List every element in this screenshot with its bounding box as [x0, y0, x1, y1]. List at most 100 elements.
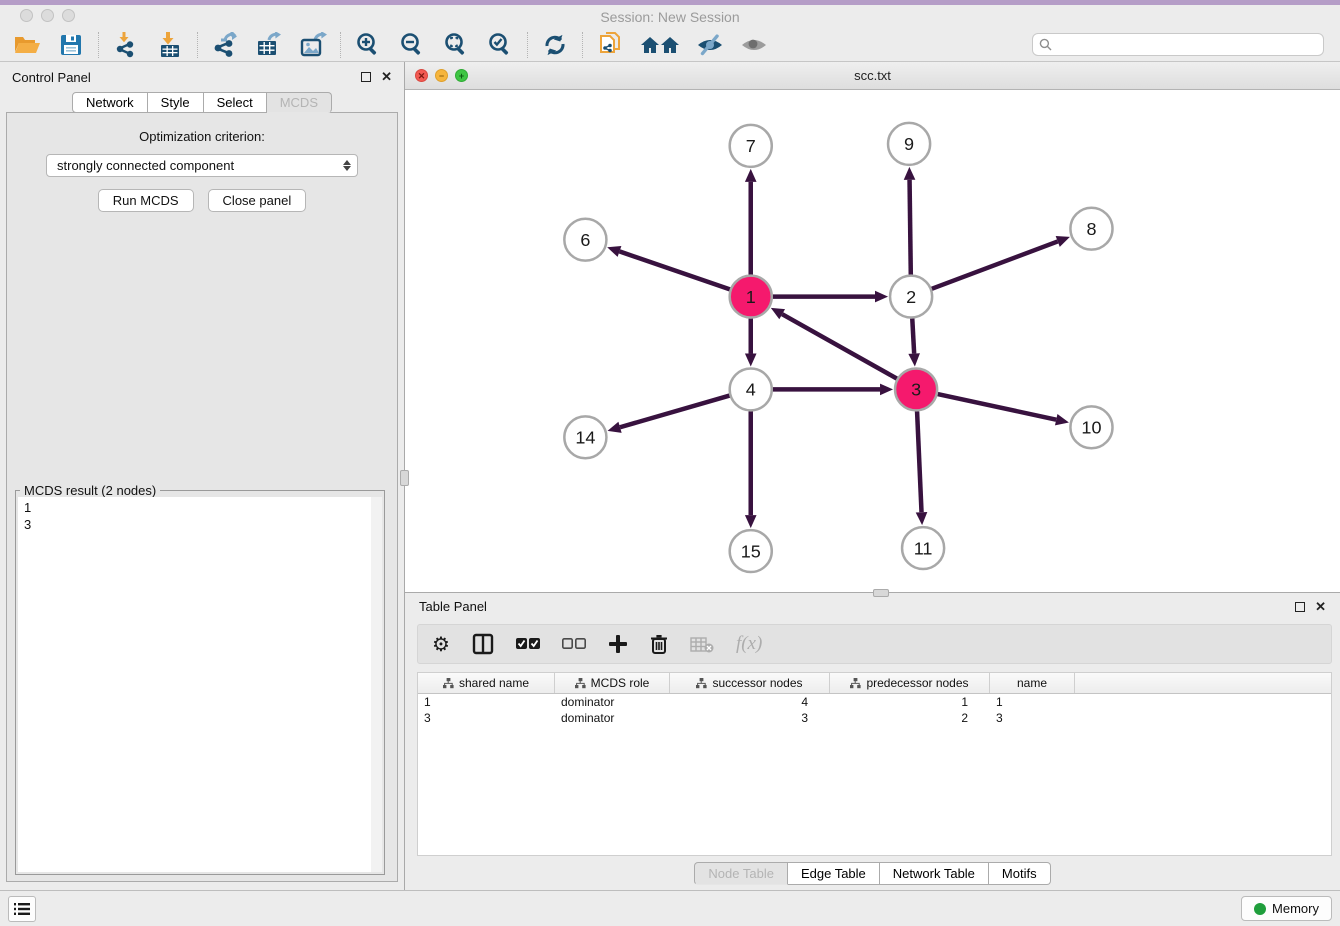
delete-row-icon[interactable]	[650, 634, 668, 655]
show-column-icon[interactable]	[472, 633, 494, 655]
graph-edge-2-9[interactable]	[910, 180, 911, 275]
cell-shared-name[interactable]: 1	[418, 695, 555, 709]
close-panel-button[interactable]: Close panel	[208, 189, 307, 212]
tab-motifs[interactable]: Motifs	[989, 862, 1051, 885]
vertical-splitter-handle[interactable]	[400, 470, 409, 486]
open-session-icon[interactable]	[12, 31, 42, 59]
graph-node-label: 6	[580, 230, 590, 250]
tab-node-table[interactable]: Node Table	[694, 862, 788, 885]
cell-mcds-role[interactable]: dominator	[555, 711, 670, 725]
graph-node-label: 10	[1081, 418, 1101, 438]
zoom-selected-icon[interactable]	[485, 31, 515, 59]
memory-label: Memory	[1272, 901, 1319, 916]
node-table-header: shared name MCDS role successor nodes	[418, 673, 1331, 694]
close-panel-icon[interactable]: ✕	[381, 72, 392, 82]
column-type-icon	[696, 678, 707, 689]
graph-edge-3-10[interactable]	[938, 394, 1057, 420]
graph-node-label: 9	[904, 134, 914, 154]
first-neighbors-icon[interactable]	[639, 31, 681, 59]
add-row-icon[interactable]	[608, 634, 628, 654]
zoom-in-icon[interactable]	[353, 31, 383, 59]
select-all-rows-icon[interactable]	[516, 637, 540, 651]
network-canvas[interactable]: 7968124314101511	[405, 90, 1340, 592]
hide-selected-icon[interactable]	[695, 31, 725, 59]
float-panel-icon[interactable]	[361, 72, 371, 82]
column-settings-icon[interactable]: ⚙	[432, 632, 450, 657]
table-row[interactable]: 3 dominator 3 2 3	[418, 710, 1331, 726]
tab-mcds[interactable]: MCDS	[267, 92, 332, 113]
refresh-styles-icon[interactable]	[540, 31, 570, 59]
graph-edge-4-14[interactable]	[620, 396, 730, 428]
network-close-button[interactable]: ✕	[415, 69, 428, 82]
network-graph[interactable]: 7968124314101511	[405, 90, 1340, 592]
network-zoom-button[interactable]: +	[455, 69, 468, 82]
graph-edge-2-8[interactable]	[932, 241, 1058, 288]
cell-mcds-role[interactable]: dominator	[555, 695, 670, 709]
table-row[interactable]: 1 dominator 4 1 1	[418, 694, 1331, 710]
cell-shared-name[interactable]: 3	[418, 711, 555, 725]
close-window-button[interactable]	[20, 9, 33, 22]
search-input[interactable]	[1056, 38, 1317, 52]
minimize-window-button[interactable]	[41, 9, 54, 22]
control-panel-header: Control Panel ✕	[0, 62, 404, 92]
mcds-panel: Optimization criterion: strongly connect…	[6, 112, 398, 882]
function-builder-icon: f(x)	[736, 633, 762, 655]
column-header-successor-nodes[interactable]: successor nodes	[670, 673, 830, 693]
task-history-button[interactable]	[8, 896, 36, 922]
graph-edge-2-3[interactable]	[912, 319, 914, 354]
optimization-criterion-label: Optimization criterion:	[7, 129, 397, 144]
mcds-result-group: MCDS result (2 nodes) 1 3	[15, 490, 385, 875]
table-panel-title: Table Panel	[419, 599, 487, 614]
edge-arrowhead	[745, 515, 757, 528]
save-session-icon[interactable]	[56, 31, 86, 59]
cell-successor-nodes[interactable]: 4	[670, 695, 830, 709]
edge-arrowhead	[607, 246, 621, 257]
import-table-icon[interactable]	[155, 31, 185, 59]
deselect-all-rows-icon[interactable]	[562, 637, 586, 651]
network-minimize-button[interactable]: −	[435, 69, 448, 82]
graph-edge-3-1[interactable]	[782, 314, 897, 378]
horizontal-splitter-handle[interactable]	[873, 589, 889, 597]
graph-edge-1-6[interactable]	[619, 251, 729, 289]
maximize-window-button[interactable]	[62, 9, 75, 22]
tab-style[interactable]: Style	[148, 92, 204, 113]
cell-predecessor-nodes[interactable]: 2	[830, 711, 990, 725]
show-all-icon[interactable]	[739, 31, 769, 59]
export-image-icon[interactable]	[298, 31, 328, 59]
zoom-fit-icon[interactable]	[441, 31, 471, 59]
close-table-panel-icon[interactable]: ✕	[1315, 602, 1326, 612]
main-area: Control Panel ✕ Network Style Select MCD…	[0, 62, 1340, 890]
import-network-icon[interactable]	[111, 31, 141, 59]
table-toolbar: ⚙	[417, 624, 1332, 664]
graph-node-label: 4	[746, 380, 756, 400]
run-mcds-button[interactable]: Run MCDS	[98, 189, 194, 212]
cell-successor-nodes[interactable]: 3	[670, 711, 830, 725]
cell-name[interactable]: 1	[990, 695, 1075, 709]
zoom-out-icon[interactable]	[397, 31, 427, 59]
export-table-icon[interactable]	[254, 31, 284, 59]
optimization-criterion-select[interactable]: strongly connected component	[46, 154, 358, 177]
column-header-name[interactable]: name	[990, 673, 1075, 693]
column-header-shared-name[interactable]: shared name	[418, 673, 555, 693]
network-window-titlebar: ✕ − + scc.txt	[405, 62, 1340, 90]
tab-network[interactable]: Network	[72, 92, 148, 113]
graph-edge-3-11[interactable]	[917, 411, 921, 512]
result-scrollbar[interactable]	[371, 497, 382, 872]
mcds-result-list[interactable]: 1 3	[18, 497, 382, 872]
window-titlebar: Session: New Session	[0, 5, 1340, 28]
main-toolbar	[0, 28, 1340, 62]
column-header-predecessor-nodes[interactable]: predecessor nodes	[830, 673, 990, 693]
export-network-icon[interactable]	[210, 31, 240, 59]
column-header-mcds-role[interactable]: MCDS role	[555, 673, 670, 693]
cell-name[interactable]: 3	[990, 711, 1075, 725]
float-table-panel-icon[interactable]	[1295, 602, 1305, 612]
table-panel-tabs: Node Table Edge Table Network Table Moti…	[405, 856, 1340, 890]
tab-edge-table[interactable]: Edge Table	[788, 862, 880, 885]
search-field[interactable]	[1032, 33, 1324, 56]
graph-node-label: 3	[911, 380, 921, 400]
tab-network-table[interactable]: Network Table	[880, 862, 989, 885]
duplicate-network-icon[interactable]	[595, 31, 625, 59]
memory-button[interactable]: Memory	[1241, 896, 1332, 921]
cell-predecessor-nodes[interactable]: 1	[830, 695, 990, 709]
tab-select[interactable]: Select	[204, 92, 267, 113]
